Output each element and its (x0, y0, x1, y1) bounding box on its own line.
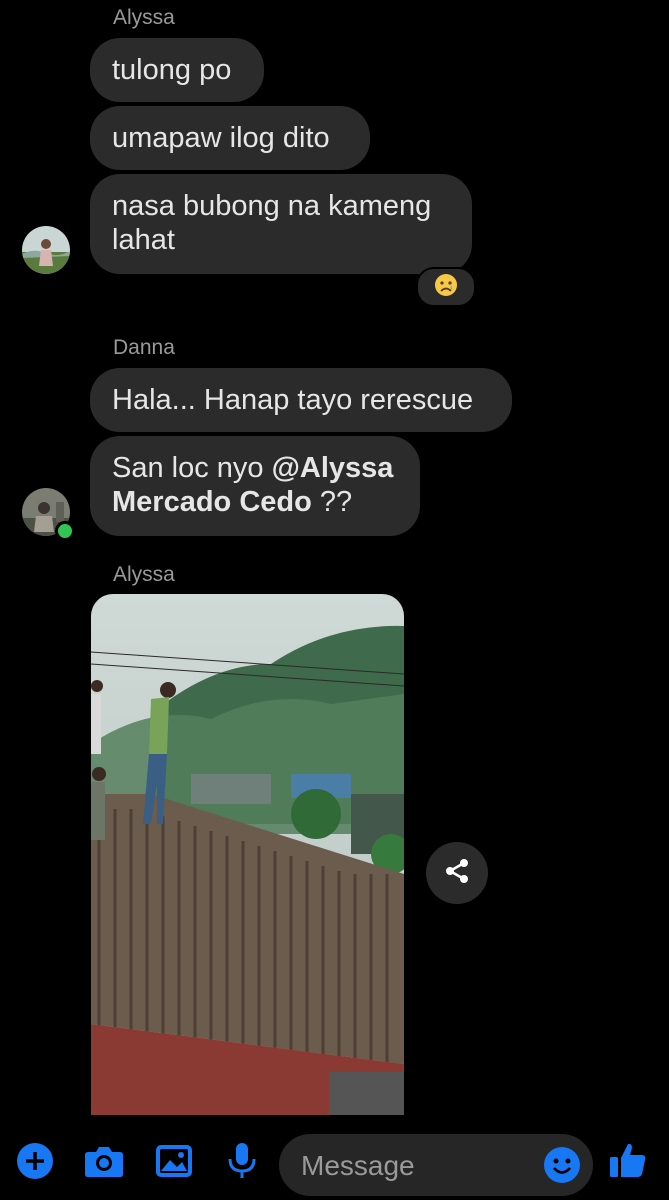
gallery-button[interactable] (154, 1143, 194, 1183)
reaction-badge[interactable] (416, 267, 476, 307)
photo-attachment[interactable] (91, 594, 404, 1115)
message-field[interactable] (279, 1134, 593, 1196)
message-bubble[interactable]: nasa bubong na kameng lahat (90, 174, 472, 274)
thumbs-up-icon (608, 1140, 648, 1185)
message-bubble[interactable]: tulong po (90, 38, 264, 102)
plus-icon (16, 1142, 54, 1185)
crying-face-icon (434, 273, 458, 302)
smiley-icon[interactable] (543, 1146, 581, 1184)
message-bubble[interactable]: Hala... Hanap tayo rerescue (90, 368, 512, 432)
camera-icon (84, 1144, 124, 1183)
sender-name-alyssa: Alyssa (113, 6, 175, 29)
message-bubble[interactable]: San loc nyo @Alyssa Mercado Cedo ?? (90, 436, 420, 536)
share-icon (442, 856, 472, 891)
camera-button[interactable] (84, 1143, 124, 1183)
avatar-alyssa[interactable] (22, 226, 70, 274)
message-text: San loc nyo (112, 452, 272, 484)
microphone-icon (227, 1142, 257, 1185)
message-input[interactable] (299, 1146, 543, 1186)
online-status-indicator (55, 521, 75, 541)
gallery-icon (155, 1144, 193, 1183)
microphone-button[interactable] (222, 1142, 262, 1185)
message-bubble[interactable]: umapaw ilog dito (90, 106, 370, 170)
share-button[interactable] (426, 842, 488, 904)
sender-name-alyssa: Alyssa (113, 563, 175, 586)
message-text: ?? (311, 486, 353, 518)
sender-name-danna: Danna (113, 336, 175, 359)
plus-button[interactable] (15, 1142, 55, 1185)
like-button[interactable] (606, 1140, 650, 1184)
